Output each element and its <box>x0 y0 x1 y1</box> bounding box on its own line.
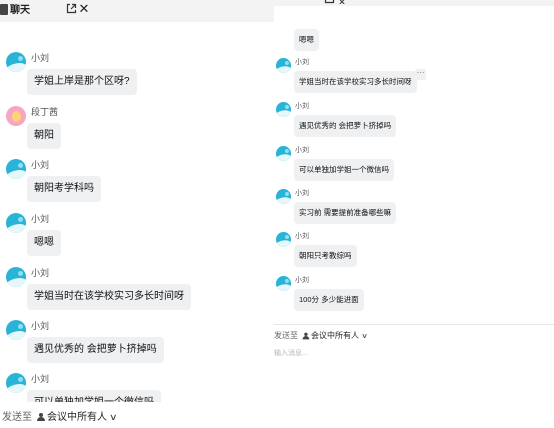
message-item: 小刘 嗯嗯 <box>0 213 274 273</box>
message-item: 小刘 可以单独加学姐一个微信吗 <box>274 145 554 187</box>
message-sender: 小刘 <box>31 53 50 63</box>
message-item: 小刘 实习前 需要提前准备哪些嘛 <box>274 188 554 230</box>
chevron-down-icon[interactable]: ∨ <box>361 331 368 342</box>
message-bubble: 可以单独加学姐一个微信吗 <box>294 159 394 181</box>
message-bubble: 可以单独加学姐一个微信吗 <box>27 390 161 402</box>
avatar-icon[interactable] <box>276 189 291 204</box>
message-bubble: 朝阳只考教综吗 <box>294 245 357 267</box>
message-sender: 段丁茜 <box>31 107 59 117</box>
avatar-icon[interactable] <box>6 213 26 233</box>
message-sender: 小刘 <box>31 268 50 278</box>
send-to-label: 发送至 <box>274 331 298 340</box>
message-bubble: 嗯嗯 <box>294 29 319 51</box>
message-bubble: 学姐当时在该学校实习多长时间呀 <box>27 284 191 310</box>
message-input[interactable] <box>274 346 544 360</box>
chat-window-title: 聊天 <box>10 5 30 16</box>
message-sender: 小刘 <box>31 160 50 170</box>
message-bubble: 学姐上岸是那个区呀? <box>27 69 137 95</box>
avatar-icon[interactable] <box>6 52 26 72</box>
message-sender: 小刘 <box>295 233 309 240</box>
message-list[interactable]: 小刘 学姐上岸是那个区呀? 段丁茜 朝阳 小刘 朝阳考学科吗 小刘 嗯嗯 小刘 … <box>0 22 274 402</box>
message-item: 小刘 可以单独加学姐一个微信吗 <box>0 373 274 402</box>
recipient-label: 会议中所有人 <box>47 412 107 423</box>
message-item: 小刘 学姐当时在该学校实习多长时间呀 <box>0 267 274 327</box>
message-bubble: 100分 多少能进面 <box>294 289 364 311</box>
chat-titlebar: 聊天 ✕ <box>0 0 274 22</box>
message-bubble: 朝阳 <box>27 123 61 149</box>
message-sender: 小刘 <box>31 321 50 331</box>
person-icon <box>36 412 46 422</box>
avatar-icon[interactable] <box>276 102 291 117</box>
message-sender: 小刘 <box>295 147 309 154</box>
message-item: 小刘 学姐当时在该学校实习多长时间呀 ··· <box>274 57 554 99</box>
more-options-icon[interactable]: ··· <box>415 69 426 80</box>
message-bubble: 学姐当时在该学校实习多长时间呀 <box>294 71 417 93</box>
message-bubble: 实习前 需要提前准备哪些嘛 <box>294 202 397 224</box>
avatar-icon[interactable] <box>6 106 26 126</box>
send-to-label: 发送至 <box>2 412 32 423</box>
avatar-icon[interactable] <box>6 320 26 340</box>
message-list[interactable]: 嗯嗯 小刘 学姐当时在该学校实习多长时间呀 ··· 小刘 遇见优秀的 会把萝卜挤… <box>274 0 554 322</box>
popout-icon[interactable] <box>66 3 77 14</box>
person-icon <box>302 332 310 340</box>
message-item: 小刘 学姐上岸是那个区呀? <box>0 52 274 112</box>
avatar-icon[interactable] <box>276 146 291 161</box>
avatar-icon[interactable] <box>6 373 26 393</box>
message-bubble: 嗯嗯 <box>27 230 61 256</box>
avatar-icon[interactable] <box>6 159 26 179</box>
message-sender: 小刘 <box>295 190 309 197</box>
message-item: 小刘 朝阳只考教综吗 <box>274 231 554 273</box>
message-item: 小刘 100分 多少能进面 <box>274 275 554 317</box>
avatar-icon[interactable] <box>276 232 291 247</box>
message-sender: 小刘 <box>295 103 309 110</box>
avatar-icon[interactable] <box>276 276 291 291</box>
message-item: 嗯嗯 <box>274 11 554 51</box>
message-sender: 小刘 <box>295 277 309 284</box>
message-bubble: 遇见优秀的 会把萝卜挤掉吗 <box>294 115 397 137</box>
message-sender: 小刘 <box>31 214 50 224</box>
avatar-icon[interactable] <box>276 58 291 73</box>
chat-window-right: ✕ 嗯嗯 小刘 学姐当时在该学校实习多长时间呀 ··· 小刘 遇见优秀的 会把萝… <box>274 0 554 428</box>
message-sender: 小刘 <box>295 59 309 66</box>
send-to-selector[interactable]: 发送至 会议中所有人 ∨ <box>2 411 118 424</box>
chevron-down-icon[interactable]: ∨ <box>109 411 118 424</box>
message-sender: 小刘 <box>31 374 50 384</box>
message-item: 小刘 朝阳考学科吗 <box>0 159 274 219</box>
message-item: 小刘 遇见优秀的 会把萝卜挤掉吗 <box>274 101 554 143</box>
chat-tab-icon <box>0 4 8 15</box>
message-bubble: 朝阳考学科吗 <box>27 176 101 202</box>
recipient-label: 会议中所有人 <box>311 331 359 340</box>
message-item: 段丁茜 朝阳 <box>0 106 274 166</box>
close-icon[interactable]: ✕ <box>78 2 90 15</box>
divider <box>274 324 554 325</box>
send-to-selector[interactable]: 发送至 会议中所有人 ∨ <box>274 330 368 342</box>
message-bubble: 遇见优秀的 会把萝卜挤掉吗 <box>27 337 164 363</box>
message-item: 小刘 遇见优秀的 会把萝卜挤掉吗 <box>0 320 274 380</box>
chat-window-left: 聊天 ✕ 小刘 学姐上岸是那个区呀? 段丁茜 朝阳 小刘 朝阳考学科吗 小刘 嗯… <box>0 0 274 428</box>
avatar-icon[interactable] <box>6 267 26 287</box>
